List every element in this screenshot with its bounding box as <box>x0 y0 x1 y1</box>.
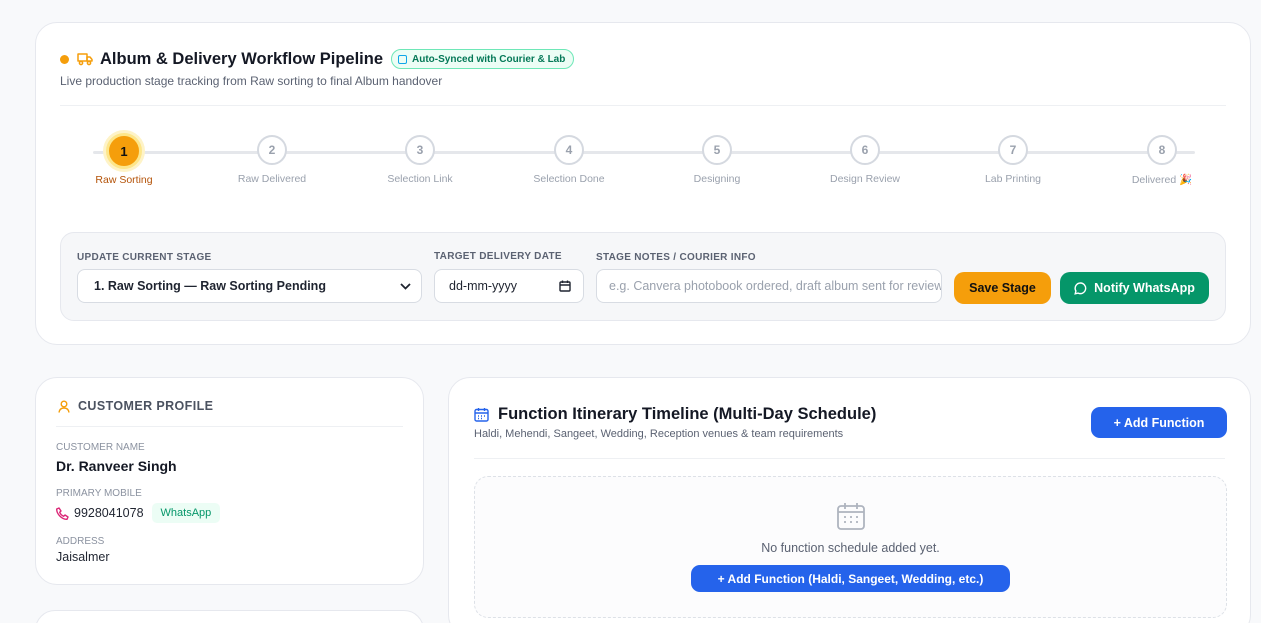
customer-profile-heading: CUSTOMER PROFILE <box>78 399 214 413</box>
status-dot-icon <box>60 54 69 64</box>
stage-select[interactable]: 1. Raw Sorting — Raw Sorting Pending <box>77 269 422 303</box>
calendar-empty-icon <box>837 503 865 530</box>
stage-step-number: 4 <box>554 135 584 165</box>
divider <box>60 105 1226 106</box>
sync-icon <box>398 54 408 64</box>
stage-notes-placeholder: e.g. Canvera photobook ordered, draft al… <box>609 279 942 293</box>
customer-profile-card: CUSTOMER PROFILE CUSTOMER NAME Dr. Ranve… <box>35 377 424 585</box>
notify-whatsapp-button[interactable]: Notify WhatsApp <box>1060 272 1209 304</box>
stage-step-label: Designing <box>693 173 741 185</box>
address-value: Jaisalmer <box>56 550 110 564</box>
pipeline-subtitle: Live production stage tracking from Raw … <box>60 74 443 88</box>
stage-notes-input[interactable]: e.g. Canvera photobook ordered, draft al… <box>596 269 942 303</box>
customer-name-label: CUSTOMER NAME <box>56 442 145 453</box>
stage-step-selection-link[interactable]: 3 Selection Link <box>360 135 480 185</box>
auto-synced-badge-label: Auto-Synced with Courier & Lab <box>412 53 566 65</box>
empty-schedule-text: No function schedule added yet. <box>761 541 940 555</box>
save-stage-button[interactable]: Save Stage <box>954 272 1051 304</box>
divider <box>474 458 1225 459</box>
stage-step-designing[interactable]: 5 Designing <box>657 135 777 185</box>
stage-select-label: UPDATE CURRENT STAGE <box>77 252 212 263</box>
stage-notes-label: STAGE NOTES / COURIER INFO <box>596 252 756 263</box>
add-function-empty-button[interactable]: + Add Function (Haldi, Sangeet, Wedding,… <box>691 565 1010 592</box>
workflow-pipeline-card: Album & Delivery Workflow Pipeline Auto-… <box>35 22 1251 345</box>
calendar-icon <box>474 408 489 422</box>
customer-profile-header: CUSTOMER PROFILE <box>58 399 213 413</box>
stage-step-label: Raw Delivered <box>237 173 307 185</box>
stage-step-label: Lab Printing <box>984 173 1042 185</box>
pipeline-header: Album & Delivery Workflow Pipeline Auto-… <box>60 49 575 69</box>
delivery-date-label: TARGET DELIVERY DATE <box>434 251 562 262</box>
update-stage-panel: UPDATE CURRENT STAGE 1. Raw Sorting — Ra… <box>60 232 1226 321</box>
add-function-button[interactable]: + Add Function <box>1091 407 1227 438</box>
stage-step-raw-sorting[interactable]: 1 Raw Sorting <box>64 133 184 186</box>
stage-step-number: 3 <box>405 135 435 165</box>
secondary-card <box>35 610 424 623</box>
itinerary-header: Function Itinerary Timeline (Multi-Day S… <box>474 405 876 424</box>
stage-step-label: Delivered 🎉 <box>1131 174 1193 186</box>
stage-step-number: 1 <box>106 133 142 169</box>
delivery-date-placeholder: dd-mm-yyyy <box>449 279 518 293</box>
customer-name: Dr. Ranveer Singh <box>56 458 177 474</box>
truck-icon <box>77 53 93 66</box>
pipeline-title: Album & Delivery Workflow Pipeline <box>100 49 384 68</box>
stage-step-label: Selection Done <box>533 173 605 185</box>
stage-step-label: Design Review <box>829 173 901 185</box>
delivery-date-input[interactable]: dd-mm-yyyy <box>434 269 584 303</box>
stage-step-raw-delivered[interactable]: 2 Raw Delivered <box>212 135 332 185</box>
primary-mobile-number[interactable]: 9928041078 <box>74 506 144 520</box>
stage-step-label: Raw Sorting <box>95 174 153 186</box>
whatsapp-icon <box>1074 281 1087 295</box>
primary-mobile-row: 9928041078 WhatsApp <box>56 503 221 523</box>
divider <box>56 426 403 427</box>
address-label: ADDRESS <box>56 536 105 547</box>
stage-step-selection-done[interactable]: 4 Selection Done <box>509 135 629 185</box>
phone-icon <box>56 506 69 520</box>
stage-step-label: Selection Link <box>387 173 453 185</box>
auto-synced-badge: Auto-Synced with Courier & Lab <box>391 49 575 69</box>
chevron-down-icon <box>400 282 411 290</box>
user-icon <box>58 400 70 413</box>
stage-step-number: 6 <box>850 135 880 165</box>
stage-step-design-review[interactable]: 6 Design Review <box>805 135 925 185</box>
stage-step-lab-printing[interactable]: 7 Lab Printing <box>953 135 1073 185</box>
itinerary-subtitle: Haldi, Mehendi, Sangeet, Wedding, Recept… <box>474 428 844 440</box>
stage-step-number: 2 <box>257 135 287 165</box>
stage-select-value: 1. Raw Sorting — Raw Sorting Pending <box>94 279 326 293</box>
whatsapp-tag[interactable]: WhatsApp <box>151 503 221 523</box>
itinerary-title: Function Itinerary Timeline (Multi-Day S… <box>498 405 877 423</box>
function-itinerary-card: Function Itinerary Timeline (Multi-Day S… <box>448 377 1251 623</box>
stage-step-number: 5 <box>702 135 732 165</box>
primary-mobile-label: PRIMARY MOBILE <box>56 488 142 499</box>
notify-whatsapp-label: Notify WhatsApp <box>1094 281 1195 295</box>
stage-step-delivered[interactable]: 8 Delivered 🎉 <box>1102 135 1222 186</box>
empty-schedule-panel: No function schedule added yet. + Add Fu… <box>474 476 1227 618</box>
stage-step-number: 7 <box>998 135 1028 165</box>
calendar-icon <box>559 280 571 292</box>
stage-step-number: 8 <box>1147 135 1177 165</box>
